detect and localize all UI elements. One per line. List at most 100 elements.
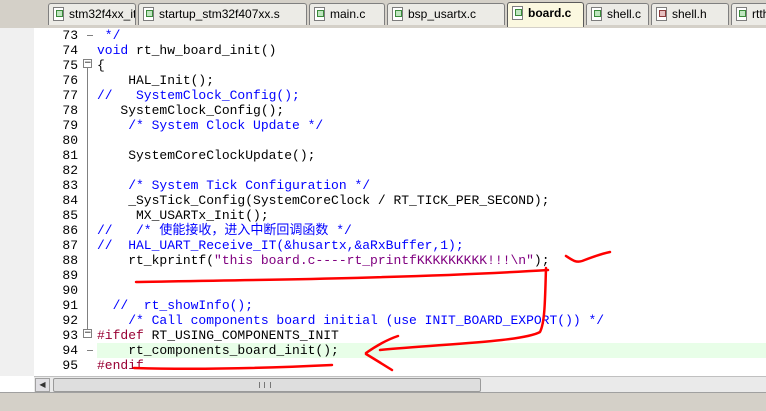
- code-text-area[interactable]: */void rt_hw_board_init(){ HAL_Init();//…: [97, 28, 766, 376]
- line-number: 92: [62, 313, 78, 328]
- file-icon: [143, 7, 154, 21]
- line-number: 94: [62, 343, 78, 358]
- tab-startup-stm32f407xx-s[interactable]: startup_stm32f407xx.s: [138, 3, 307, 25]
- code-token: /* System Clock Update */: [97, 118, 324, 133]
- code-line[interactable]: HAL_Init();: [97, 73, 766, 88]
- line-number: 90: [62, 283, 78, 298]
- line-number: 95: [62, 358, 78, 373]
- code-token: {: [97, 58, 105, 73]
- file-icon: [656, 7, 667, 21]
- file-icon: [314, 7, 325, 21]
- line-number: 77: [62, 88, 78, 103]
- code-line[interactable]: // /* 使能接收，进入中断回调函数 */: [97, 223, 766, 238]
- code-token: #endif: [97, 358, 144, 373]
- tab-label: stm32f4xx_it.c: [69, 7, 136, 21]
- tab-label: board.c: [528, 6, 572, 20]
- code-line[interactable]: // SystemClock_Config();: [97, 88, 766, 103]
- code-token: rt_kprintf(: [97, 253, 215, 268]
- line-number: 79: [62, 118, 78, 133]
- code-line[interactable]: rt_components_board_init();: [97, 343, 766, 358]
- code-token: // HAL_UART_Receive_IT(&husartx,&aRxBuff…: [97, 238, 464, 253]
- line-number: 80: [62, 133, 78, 148]
- code-token: // /* 使能接收，进入中断回调函数 */: [97, 223, 352, 238]
- code-token: void: [97, 43, 137, 58]
- fold-end-marker: [87, 350, 93, 351]
- code-token: MX_USARTx_Init();: [97, 208, 269, 223]
- code-token: rt_components_board_init();: [97, 343, 339, 358]
- code-line[interactable]: /* Call components board initial (use IN…: [97, 313, 766, 328]
- tab-main-c[interactable]: main.c: [309, 3, 385, 25]
- line-number-gutter: 73 74 75 76 77 78 79 80 81 82 83 84 85 86 87 88 89 90 91 92…: [34, 28, 82, 376]
- code-token: SystemClock_Config();: [97, 103, 285, 118]
- code-line[interactable]: [97, 268, 766, 283]
- code-line[interactable]: _SysTick_Config(SystemCoreClock / RT_TIC…: [97, 193, 766, 208]
- tab-shell-c[interactable]: shell.c: [586, 3, 649, 25]
- fold-collapse-icon[interactable]: −: [83, 59, 92, 68]
- tab-stm32f4xx-it-c[interactable]: stm32f4xx_it.c: [48, 3, 136, 25]
- code-line[interactable]: #ifdef RT_USING_COMPONENTS_INIT: [97, 328, 766, 343]
- breakpoint-margin[interactable]: [0, 28, 35, 376]
- code-token: SystemCoreClockUpdate();: [97, 148, 316, 163]
- line-number: 82: [62, 163, 78, 178]
- code-line[interactable]: rt_kprintf("this board.c----rt_printfKKK…: [97, 253, 766, 268]
- fold-guide-line: [87, 68, 88, 336]
- code-line[interactable]: SystemCoreClockUpdate();: [97, 148, 766, 163]
- code-token: #ifdef: [97, 328, 144, 343]
- tab-rtth[interactable]: rtth: [731, 3, 766, 25]
- status-bar: [0, 392, 766, 411]
- code-editor[interactable]: 73 74 75 76 77 78 79 80 81 82 83 84 85 86 87 88 89 90 91 92…: [0, 28, 766, 376]
- tab-bsp-usartx-c[interactable]: bsp_usartx.c: [387, 3, 505, 25]
- line-number: 87: [62, 238, 78, 253]
- code-line[interactable]: SystemClock_Config();: [97, 103, 766, 118]
- code-token: rt_hw_board_init(): [136, 43, 277, 58]
- line-number: 85: [62, 208, 78, 223]
- tab-label: main.c: [330, 7, 366, 21]
- line-number: 88: [62, 253, 78, 268]
- tab-label: shell.h: [672, 7, 707, 21]
- file-icon: [392, 7, 403, 21]
- fold-margin: − −: [82, 28, 94, 376]
- file-tab-bar: stm32f4xx_it.c startup_stm32f407xx.s main.…: [0, 0, 766, 29]
- code-line[interactable]: /* System Clock Update */: [97, 118, 766, 133]
- code-line[interactable]: */: [97, 28, 766, 43]
- line-number: 84: [62, 193, 78, 208]
- code-line[interactable]: MX_USARTx_Init();: [97, 208, 766, 223]
- code-token: // SystemClock_Config();: [97, 88, 300, 103]
- code-token: /* Call components board initial (use IN…: [97, 313, 605, 328]
- code-line[interactable]: /* System Tick Configuration */: [97, 178, 766, 193]
- fold-collapse-icon[interactable]: −: [83, 329, 92, 338]
- grip-icon: [259, 382, 271, 388]
- code-token: HAL_Init();: [97, 73, 215, 88]
- code-line[interactable]: #endif: [97, 358, 766, 373]
- code-token: );: [533, 253, 550, 268]
- line-number: 74: [62, 43, 78, 58]
- code-line[interactable]: void rt_hw_board_init(): [97, 43, 766, 58]
- code-token: RT_USING_COMPONENTS_INIT: [143, 328, 339, 343]
- code-token: _SysTick_Config(SystemCoreClock / RT_TIC…: [97, 193, 550, 208]
- code-line[interactable]: // HAL_UART_Receive_IT(&husartx,&aRxBuff…: [97, 238, 766, 253]
- line-number: 89: [62, 268, 78, 283]
- code-line[interactable]: [97, 283, 766, 298]
- scrollbar-thumb[interactable]: [53, 378, 481, 392]
- line-number: 86: [62, 223, 78, 238]
- code-line[interactable]: // rt_showInfo();: [97, 298, 766, 313]
- code-line[interactable]: [97, 133, 766, 148]
- file-icon: [53, 7, 64, 21]
- code-token: */: [97, 28, 121, 43]
- tab-label: bsp_usartx.c: [408, 7, 477, 21]
- horizontal-scrollbar[interactable]: ◀: [34, 376, 766, 393]
- scroll-left-icon[interactable]: ◀: [35, 378, 50, 392]
- code-line[interactable]: {: [97, 58, 766, 73]
- tab-board-c[interactable]: board.c: [507, 2, 584, 27]
- line-number: 91: [62, 298, 78, 313]
- line-number: 76: [62, 73, 78, 88]
- tab-shell-h[interactable]: shell.h: [651, 3, 729, 25]
- file-icon: [512, 6, 523, 20]
- code-token: /* System Tick Configuration */: [97, 178, 371, 193]
- line-number: 73: [62, 28, 78, 43]
- file-icon: [591, 7, 602, 21]
- tab-label: rtth: [752, 7, 766, 21]
- line-number: 78: [62, 103, 78, 118]
- line-number: 81: [62, 148, 78, 163]
- code-line[interactable]: [97, 163, 766, 178]
